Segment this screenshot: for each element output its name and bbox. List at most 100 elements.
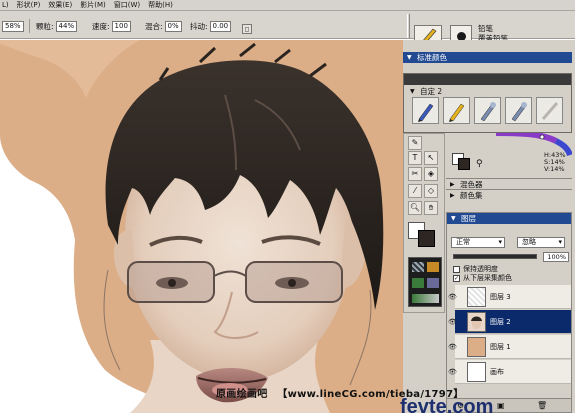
custom-palette: ▼ 自定 2: [403, 73, 572, 133]
delete-layer-icon[interactable]: 🗑︎: [537, 401, 547, 410]
drawing-canvas[interactable]: [0, 40, 408, 413]
custom-palette-title: ▼ 自定 2: [406, 86, 569, 97]
grabber-hand-icon[interactable]: ✋︎: [424, 201, 438, 215]
pick-up-underlying-option: ✓ 从下层采集颜色: [453, 274, 512, 283]
pick-up-underlying-checkbox[interactable]: ✓: [453, 275, 460, 282]
pick-up-underlying-label: 从下层采集颜色: [463, 274, 512, 282]
custom-title-text: 自定 2: [420, 87, 443, 96]
nozzle-swatch-icon[interactable]: [412, 294, 439, 303]
lasso-tool-icon[interactable]: ✂: [408, 167, 422, 181]
layer-row-canvas[interactable]: 👁︎ 画布: [448, 360, 571, 384]
divider: [28, 19, 30, 33]
color-preview-main[interactable]: [458, 158, 470, 170]
custom-palette-header[interactable]: [404, 74, 571, 85]
stylus-icon: [541, 102, 559, 120]
custom-brush-slot-2[interactable]: [443, 97, 470, 124]
selection-arrow-icon[interactable]: ↖: [424, 151, 438, 165]
visibility-eye-icon[interactable]: 👁︎: [448, 293, 457, 301]
paint-bucket-icon[interactable]: ◈: [424, 167, 438, 181]
speed-field[interactable]: 100: [111, 20, 131, 32]
layer-thumbnail: [467, 312, 486, 332]
magnifier-icon[interactable]: 🔍︎: [408, 201, 422, 215]
color-set-text: 颜色集: [460, 191, 483, 200]
chevron-down-icon: ▾: [558, 238, 562, 246]
reset-tool-icon[interactable]: ◻: [242, 24, 252, 34]
mixer-title-text: 标准颜色: [417, 53, 447, 62]
visibility-eye-icon[interactable]: 👁︎: [448, 368, 457, 376]
pattern-swatch-icon[interactable]: [412, 278, 424, 288]
composite-depth-select[interactable]: 忽略 ▾: [517, 237, 565, 248]
toolbox: ✎ T ↖ ✂ ◈ ⁄ ◇ 🔍︎ ✋︎: [403, 133, 445, 313]
menu-item-effects[interactable]: 效果(E): [48, 0, 72, 10]
dropper-tool-icon[interactable]: ⁄: [408, 184, 422, 198]
paper-texture-selector[interactable]: [408, 257, 442, 307]
opacity-field[interactable]: 58%: [2, 20, 24, 32]
layer-name[interactable]: 画布: [490, 368, 504, 377]
layer-row-2[interactable]: 👁︎ 图层 2: [448, 310, 571, 334]
portrait-painting: [0, 40, 408, 413]
speed-control: 速度: 100: [92, 20, 131, 32]
preserve-transparency-option: 保持透明度: [453, 265, 498, 274]
layer-row-1[interactable]: 👁︎ 图层 1: [448, 335, 571, 359]
eraser-tool-icon[interactable]: ◇: [424, 184, 438, 198]
blend-label: 混合:: [145, 21, 163, 31]
preserve-transparency-label: 保持透明度: [463, 265, 498, 273]
layer-thumbnail: [467, 337, 486, 357]
mixer-pad-title[interactable]: ▶ 混色器: [446, 178, 572, 189]
custom-brush-slot-1[interactable]: [412, 97, 439, 124]
expand-triangle-icon[interactable]: ▶: [450, 192, 455, 199]
blend-control: 混合: 0%: [145, 20, 182, 32]
layer-thumbnail: [467, 362, 486, 382]
clone-color-icon[interactable]: ⚲: [476, 159, 483, 169]
composite-depth-value: 忽略: [522, 238, 536, 246]
menu-item-help[interactable]: 帮助(H): [148, 0, 173, 10]
blend-field[interactable]: 0%: [164, 20, 182, 32]
visibility-eye-icon[interactable]: 👁︎: [448, 318, 457, 326]
new-layer-icon[interactable]: ▣: [497, 401, 505, 410]
layer-row-3[interactable]: 👁︎ 图层 3: [448, 285, 571, 309]
brush-options-bar: 58% 颗粒: 44% 速度: 100 混合: 0% 抖动: 0.00 ◻ 铅笔…: [0, 11, 575, 47]
preserve-transparency-checkbox[interactable]: [453, 266, 460, 273]
grain-field[interactable]: 44%: [55, 20, 78, 32]
collapse-triangle-icon[interactable]: ▼: [407, 54, 412, 61]
main-color-swatch[interactable]: [418, 230, 435, 247]
jitter-field[interactable]: 0.00: [209, 20, 232, 32]
composite-method-value: 正常: [456, 238, 470, 246]
brush-tool-icon[interactable]: ✎: [408, 136, 422, 150]
layers-title-text: 图层: [461, 214, 476, 223]
blue-pencil-icon: [418, 103, 434, 122]
custom-brush-slot-5[interactable]: [536, 97, 563, 124]
expand-triangle-icon[interactable]: ▶: [450, 181, 455, 188]
visibility-eye-icon[interactable]: 👁︎: [448, 343, 457, 351]
layer-name[interactable]: 图层 1: [490, 343, 511, 352]
layer-name[interactable]: 图层 2: [490, 318, 511, 327]
custom-brush-slot-3[interactable]: [474, 97, 501, 124]
layers-panel-title[interactable]: ▼ 图层: [447, 213, 571, 224]
menu-item-layer[interactable]: L): [2, 0, 9, 10]
weave-swatch-icon[interactable]: [427, 278, 439, 288]
blender-icon: [480, 102, 496, 122]
gradient-swatch-icon[interactable]: [427, 262, 439, 272]
text-tool-icon[interactable]: T: [408, 151, 422, 165]
collapse-triangle-icon[interactable]: ▼: [410, 88, 415, 95]
color-set-title[interactable]: ▶ 颜色集: [446, 189, 572, 200]
layer-opacity-slider[interactable]: [453, 254, 537, 259]
collapse-triangle-icon[interactable]: ▼: [451, 215, 456, 222]
paper-swatch-icon[interactable]: [412, 262, 424, 272]
menu-item-movie[interactable]: 影片(M): [80, 0, 106, 10]
chevron-down-icon: ▾: [498, 238, 502, 246]
menu-item-shape[interactable]: 形状(P): [17, 0, 41, 10]
watermark-brand: fevte.com: [400, 396, 494, 413]
layer-opacity-field[interactable]: 100%: [543, 252, 569, 262]
hsv-readout: H:43% S:14% V:14%: [544, 152, 566, 173]
speed-label: 速度:: [92, 21, 110, 31]
toolbar-grip[interactable]: [407, 14, 410, 38]
custom-brush-slot-4[interactable]: [505, 97, 532, 124]
blender-icon: [511, 102, 527, 122]
layer-name[interactable]: 图层 3: [490, 293, 511, 302]
composite-method-select[interactable]: 正常 ▾: [451, 237, 505, 248]
menu-item-window[interactable]: 窗口(W): [114, 0, 140, 10]
portrait-thumbnail: [471, 316, 482, 329]
mixer-panel-title[interactable]: ▼ 标准颜色: [403, 52, 572, 63]
color-panel: ⚲ H:43% S:14% V:14%: [446, 130, 573, 175]
